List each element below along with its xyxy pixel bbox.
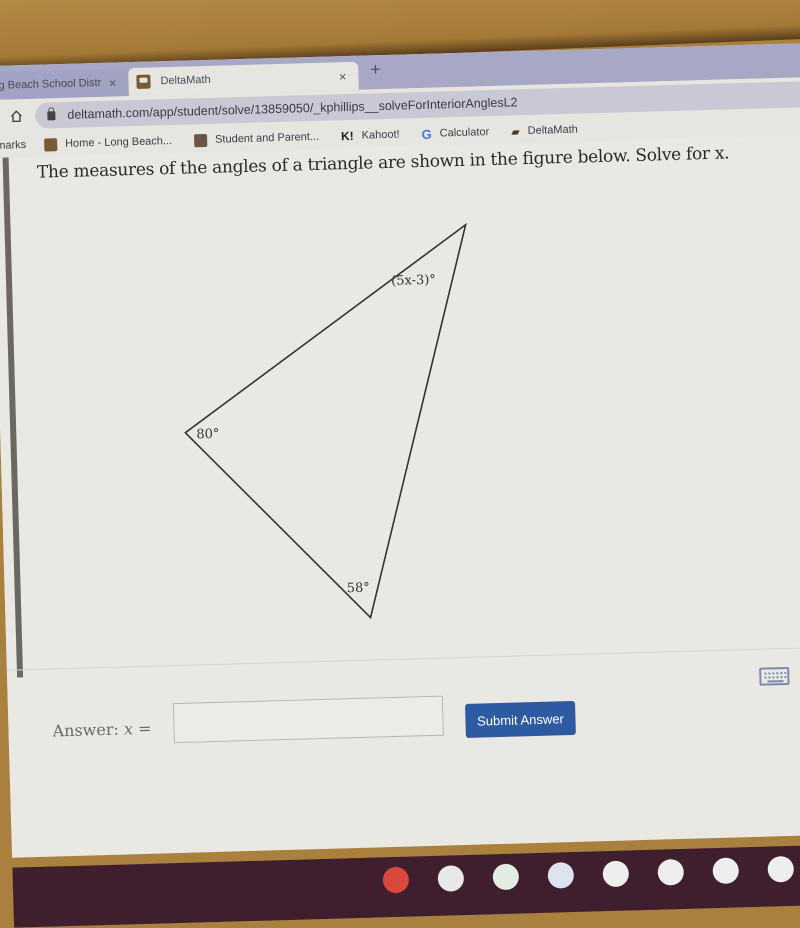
- bookmark-home-long-beach[interactable]: Home - Long Beach...: [43, 134, 173, 152]
- app-icon[interactable]: [712, 857, 740, 885]
- lock-icon: [47, 110, 56, 120]
- new-tab-button[interactable]: +: [370, 59, 381, 80]
- bookmark-label: Kahoot!: [361, 128, 400, 142]
- submit-answer-button[interactable]: Submit Answer: [464, 700, 576, 738]
- os-shelf: [12, 844, 800, 928]
- bookmarks-label: marks: [0, 139, 27, 152]
- answer-area: + Answer: x = Submit Answer: [6, 646, 800, 781]
- bookmark-label: Home - Long Beach...: [64, 134, 173, 150]
- home-icon[interactable]: [9, 109, 23, 123]
- app-icon[interactable]: [767, 855, 795, 883]
- screen: g Beach School Distr × DeltaMath × + del…: [0, 42, 800, 928]
- close-icon[interactable]: ×: [109, 75, 117, 90]
- bookmark-student-and-parent[interactable]: Student and Parent...: [193, 130, 320, 147]
- docs-icon[interactable]: [547, 862, 575, 889]
- google-icon: G: [421, 126, 432, 142]
- kahoot-icon: K!: [340, 128, 354, 144]
- close-icon[interactable]: ×: [339, 69, 347, 84]
- files-icon[interactable]: [437, 865, 465, 892]
- bookmark-kahoot[interactable]: K! Kahoot!: [341, 128, 400, 144]
- problem-page: The measures of the angles of a triangle…: [0, 134, 800, 928]
- answer-input[interactable]: [172, 695, 444, 744]
- house-icon: [43, 137, 58, 152]
- sheets-icon[interactable]: [492, 863, 520, 891]
- triangle-figure: (5x-3)° 80° 58°: [184, 222, 467, 620]
- angle-label-bottom: 58°: [347, 581, 370, 597]
- graduation-cap-icon: ▰: [511, 125, 520, 138]
- bookmark-label: Student and Parent...: [214, 130, 320, 146]
- answer-label: Answer: x =: [52, 719, 151, 741]
- app-icon[interactable]: [657, 858, 685, 886]
- angle-label-top: (5x-3)°: [391, 273, 436, 289]
- app-icon[interactable]: [602, 860, 630, 888]
- bookmark-deltamath[interactable]: ▰ DeltaMath: [511, 123, 578, 138]
- deltamath-favicon-icon: [136, 74, 151, 89]
- tab-label: g Beach School Distr: [0, 76, 102, 92]
- equals-sign: =: [137, 718, 152, 739]
- bookmark-label: DeltaMath: [527, 123, 578, 138]
- bookmark-label: Calculator: [439, 126, 490, 140]
- chrome-icon[interactable]: [382, 866, 410, 894]
- angle-label-left: 80°: [196, 427, 219, 443]
- ss-icon: [193, 133, 208, 147]
- answer-variable: x: [123, 719, 134, 739]
- bookmark-calculator[interactable]: G Calculator: [421, 125, 490, 142]
- answer-label-text: Answer:: [52, 719, 120, 741]
- tab-label: DeltaMath: [160, 73, 211, 88]
- keyboard-icon[interactable]: [759, 666, 790, 686]
- tab-school-district[interactable]: g Beach School Distr ×: [0, 68, 129, 100]
- url-text: deltamath.com/app/student/solve/13859050…: [67, 95, 518, 122]
